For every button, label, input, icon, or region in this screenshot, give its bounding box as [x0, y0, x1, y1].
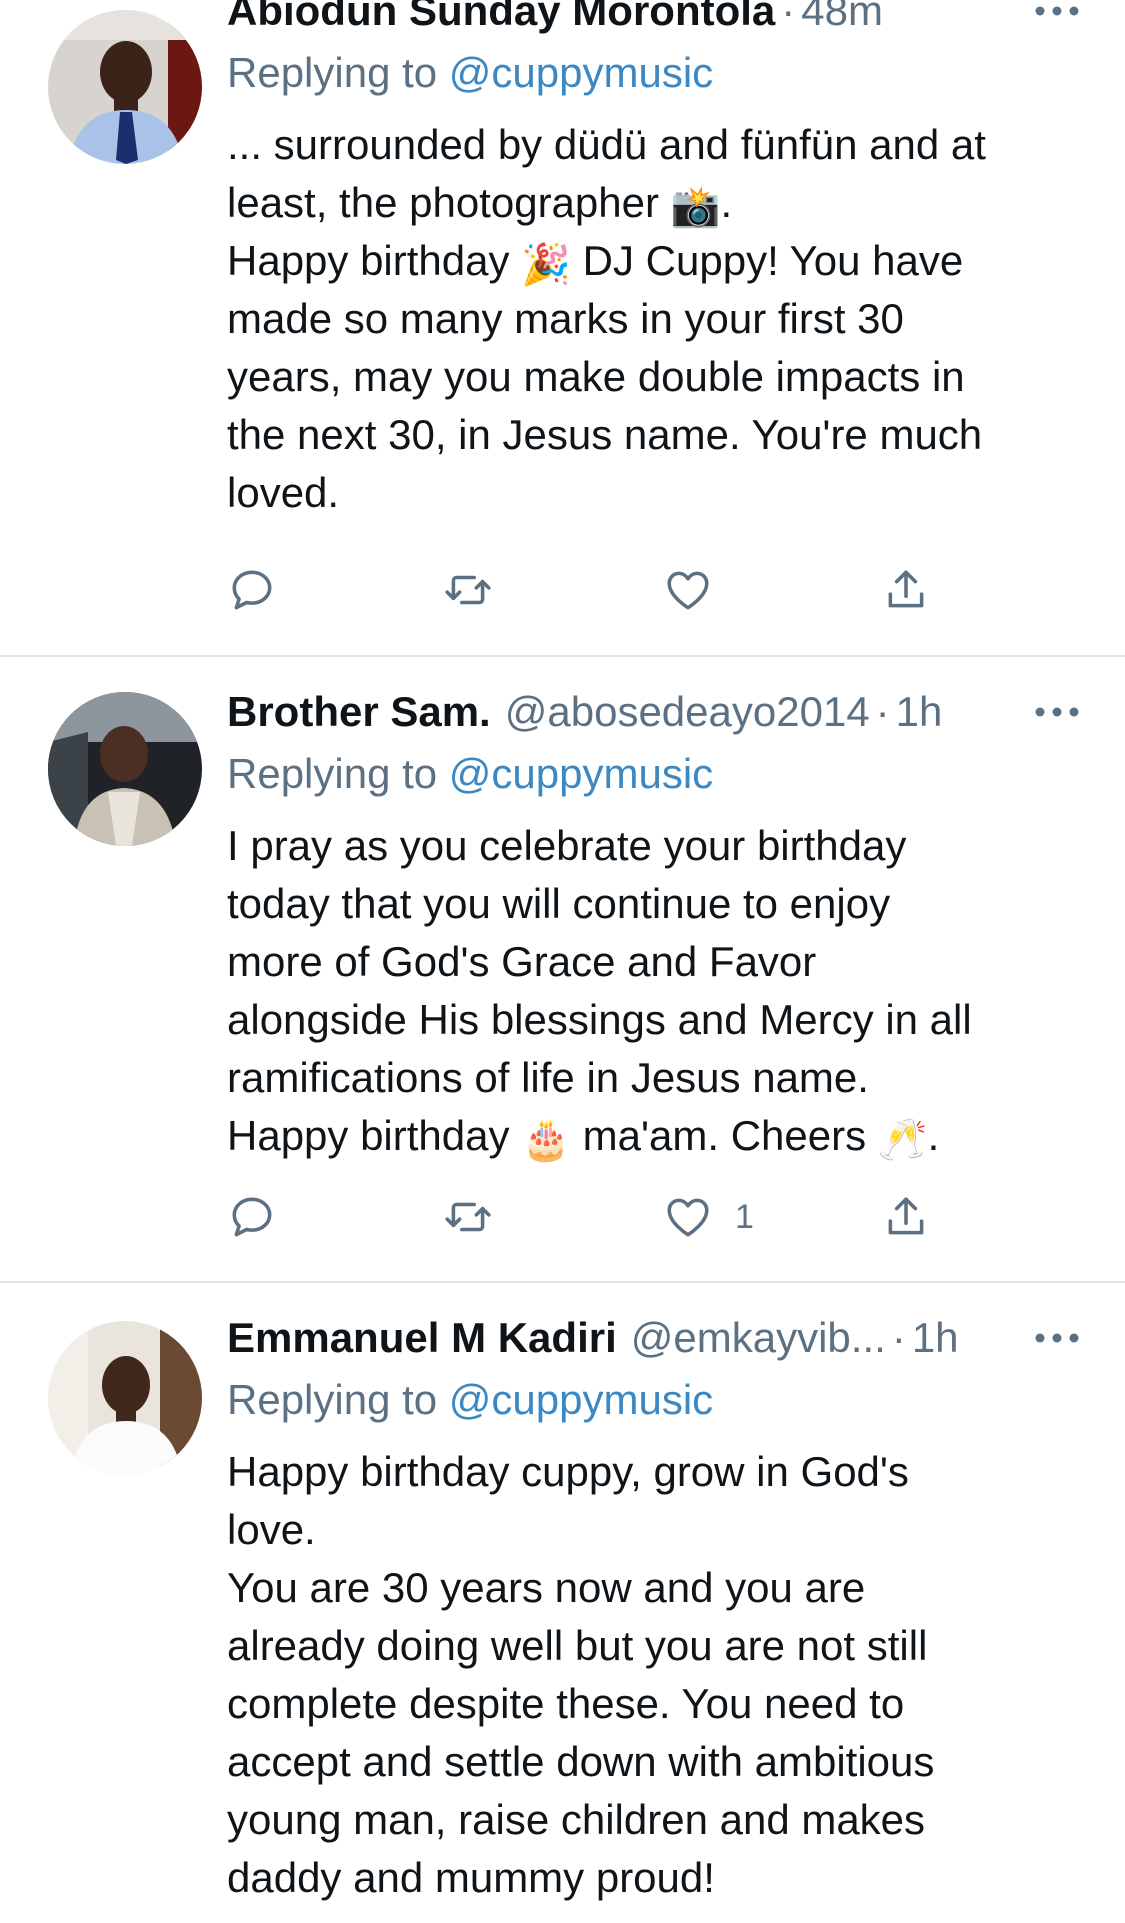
reply-feed: Abiodun Sunday Morontola · 48m Replying … [0, 0, 1125, 1923]
avatar-photo [48, 692, 202, 846]
reply-icon [232, 1197, 272, 1237]
reply-tweet[interactable]: Emmanuel M Kadiri @emkayvib... · 1h Repl… [0, 1283, 1125, 1923]
mention-link[interactable]: @cuppymusic [449, 1376, 713, 1423]
tweet-line: loved. [227, 469, 340, 516]
avatar[interactable] [48, 692, 202, 846]
more-options-button[interactable] [1031, 1307, 1083, 1369]
tweet-line: ... surrounded by düdü and fünfün and at [227, 121, 986, 168]
tweet-line: the next 30, in Jesus name. You're much [227, 411, 983, 458]
tweet-line: years, may you make double impacts in [227, 353, 965, 400]
reply-icon [232, 570, 272, 610]
tweet-line: ma'am. Cheers [582, 1112, 867, 1159]
tweet-line: Happy birthday [227, 1112, 510, 1159]
more-options-button[interactable] [1031, 0, 1083, 42]
author-name[interactable]: Abiodun Sunday Morontola [227, 0, 775, 42]
avatar-photo [48, 10, 202, 164]
separator-dot: · [875, 688, 890, 735]
avatar[interactable] [48, 10, 202, 164]
reply-button[interactable] [227, 1187, 277, 1247]
replying-to-label: Replying to [227, 750, 438, 797]
timestamp[interactable]: 1h [896, 681, 943, 743]
like-button[interactable]: 1 [663, 1187, 754, 1247]
mention-link[interactable]: @cuppymusic [449, 49, 713, 96]
replying-to: Replying to @cuppymusic [227, 42, 1085, 104]
heart-icon [667, 1198, 709, 1237]
author-name[interactable]: Brother Sam. [227, 681, 491, 743]
tweet-line: DJ Cuppy! You have [582, 237, 964, 284]
tweet-line: made so many marks in your first 30 [227, 295, 904, 342]
tweet-line: Happy birthday cuppy, grow in God's [227, 1448, 909, 1495]
mention-link[interactable]: @cuppymusic [449, 750, 713, 797]
camera-flash-emoji: 📸 [670, 185, 721, 229]
share-icon [888, 570, 924, 608]
separator-dot: · [891, 1314, 906, 1361]
reply-tweet[interactable]: Abiodun Sunday Morontola · 48m Replying … [0, 0, 1125, 657]
retweet-icon [445, 1202, 491, 1232]
tweet-line: ramifications of life in Jesus name. [227, 1054, 869, 1101]
author-handle[interactable]: @emkayvib... [631, 1307, 886, 1369]
timestamp[interactable]: 48m [801, 0, 883, 42]
champagne-glasses-emoji: 🥂 [877, 1118, 928, 1162]
more-options-button[interactable] [1031, 681, 1083, 743]
replying-to: Replying to @cuppymusic [227, 743, 1085, 805]
tweet-text: ... surrounded by düdü and fünfün and at… [227, 121, 986, 516]
like-count: 1 [735, 1197, 754, 1236]
tweet-line: daddy and mummy proud! [227, 1854, 715, 1901]
tweet-text: I pray as you celebrate your birthday to… [227, 817, 1085, 1165]
author-name[interactable]: Emmanuel M Kadiri [227, 1307, 617, 1369]
separator-dot: · [781, 0, 796, 34]
tweet-line: young man, raise children and makes [227, 1796, 926, 1843]
retweet-button[interactable] [443, 560, 493, 620]
share-icon [888, 1197, 924, 1235]
avatar[interactable] [48, 1321, 202, 1475]
action-bar: 1 [227, 1187, 987, 1247]
tweet-line: today that you will continue to enjoy [227, 880, 891, 927]
birthday-cake-emoji: 🎂 [521, 1118, 571, 1162]
tweet-text: Happy birthday cuppy, grow in God's love… [227, 1443, 1085, 1907]
replying-to-label: Replying to [227, 49, 438, 96]
replying-to: Replying to @cuppymusic [227, 1369, 1085, 1431]
tweet-line: least, the photographer [227, 179, 659, 226]
tweet-line: complete despite these. You need to [227, 1680, 905, 1727]
reply-tweet[interactable]: Brother Sam. @abosedeayo2014 · 1h Replyi… [0, 657, 1125, 1283]
share-button[interactable] [881, 1187, 931, 1247]
author-handle[interactable]: @abosedeayo2014 [505, 681, 870, 743]
retweet-button[interactable] [443, 1187, 493, 1247]
timestamp[interactable]: 1h [912, 1307, 959, 1369]
tweet-line: . [927, 1112, 940, 1159]
like-button[interactable] [663, 560, 735, 620]
more-dots-icon [1035, 1333, 1079, 1343]
party-popper-emoji: 🎉 [521, 243, 571, 287]
more-dots-icon [1035, 6, 1079, 16]
tweet-line: more of God's Grace and Favor [227, 938, 817, 985]
share-button[interactable] [881, 560, 931, 620]
tweet-line: accept and settle down with ambitious [227, 1738, 935, 1785]
tweet-line: alongside His blessings and Mercy in all [227, 996, 972, 1043]
more-dots-icon [1035, 707, 1079, 717]
tweet-line: You are 30 years now and you are [227, 1564, 866, 1611]
heart-icon [667, 571, 709, 610]
tweet-line: I pray as you celebrate your birthday [227, 822, 907, 869]
tweet-line: Happy birthday [227, 237, 510, 284]
reply-button[interactable] [227, 560, 277, 620]
avatar-photo [48, 1321, 202, 1475]
retweet-icon [445, 575, 491, 605]
action-bar [227, 560, 987, 620]
tweet-line: love. [227, 1506, 316, 1553]
replying-to-label: Replying to [227, 1376, 438, 1423]
tweet-line: already doing well but you are not still [227, 1622, 928, 1669]
